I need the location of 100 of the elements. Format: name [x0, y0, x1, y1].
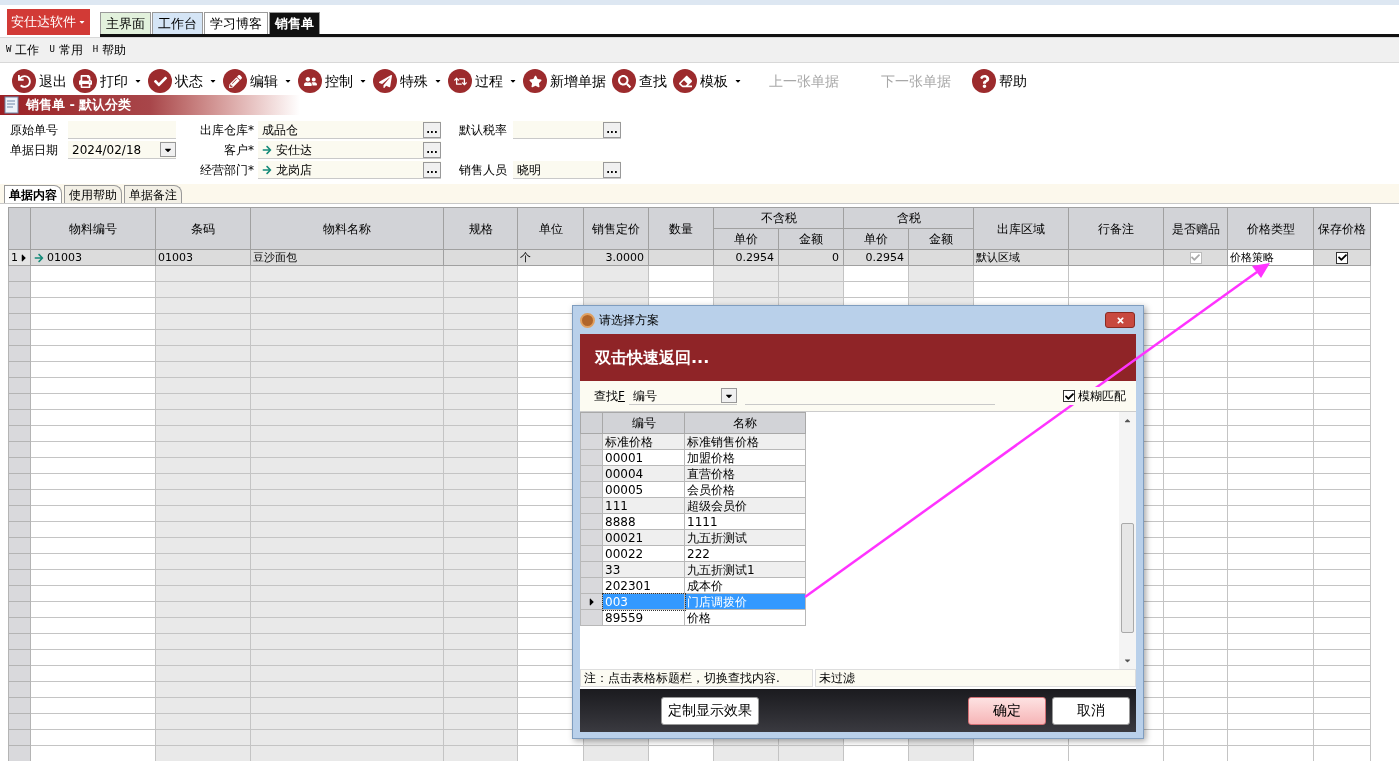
table-cell: 会员价格 — [684, 481, 806, 498]
dropdown-button[interactable] — [160, 142, 176, 157]
column-header[interactable]: 名称 — [684, 412, 806, 434]
toolbar-button[interactable]: 新增单据 — [523, 67, 606, 95]
dropdown-button[interactable] — [720, 388, 737, 403]
toolbar-button[interactable]: 帮助 — [972, 67, 1027, 95]
browse-button[interactable]: ... — [603, 121, 621, 138]
checkbox[interactable] — [1336, 251, 1348, 264]
toolbar-button[interactable]: 打印 — [73, 67, 142, 95]
column-header[interactable]: 编号 — [602, 412, 685, 434]
toolbar-button[interactable]: 编辑 — [223, 67, 292, 95]
document-title: 销售单 - 默认分类 — [26, 96, 132, 115]
field-label: 销售人员 — [459, 162, 508, 179]
tab[interactable]: 主界面 — [100, 12, 151, 34]
tab[interactable]: 学习博客 — [204, 12, 268, 34]
caret-icon — [209, 77, 217, 85]
field-label: 客户* — [223, 142, 255, 159]
table-cell: 九五折测试1 — [684, 561, 806, 578]
sheet-tab[interactable]: 单据内容 — [4, 185, 62, 203]
table-cell: 个 — [517, 249, 584, 266]
table-cell: 89559 — [602, 609, 685, 626]
column-header: 物料编号 — [30, 207, 156, 250]
app-menu-button[interactable]: 安仕达软件 — [7, 9, 90, 35]
column-header: 数量 — [648, 207, 714, 250]
column-header: 条码 — [155, 207, 251, 250]
input-field[interactable]: 晓明 ... — [513, 161, 621, 179]
dialog-button[interactable]: 取消 — [1052, 696, 1130, 725]
table-cell: 00005 — [602, 481, 685, 498]
dropdown-value: 编号 — [632, 387, 657, 405]
table-cell: 价格 — [684, 609, 806, 626]
caret-icon — [78, 18, 86, 26]
table-cell: 33 — [602, 561, 685, 578]
app-icon — [580, 312, 595, 328]
column-header: 规格 — [443, 207, 518, 250]
table-cell: 0.2954 — [843, 249, 909, 266]
input-field[interactable] — [68, 121, 176, 139]
field-value: 安仕达 — [276, 141, 312, 159]
toolbar-button[interactable]: 控制 — [298, 67, 367, 95]
sheet-tab[interactable]: 使用帮助 — [64, 185, 122, 203]
column-header: 含税 — [843, 207, 974, 229]
table-cell: 标准销售价格 — [684, 433, 806, 450]
sheet-tab[interactable]: 单据备注 — [124, 185, 182, 203]
browse-button[interactable]: ... — [423, 161, 441, 178]
field-label: 出库仓库* — [199, 122, 255, 139]
dialog-title: 请选择方案 — [599, 312, 659, 329]
field-value: 晓明 — [517, 161, 541, 179]
table-cell: 门店调拨价 — [684, 593, 806, 610]
table-cell: 直营价格 — [684, 465, 806, 482]
close-button[interactable] — [1105, 312, 1135, 328]
toolbar-button[interactable]: 状态 — [148, 67, 217, 95]
table-cell: 默认区域 — [973, 249, 1069, 266]
dialog-button[interactable]: 确定 — [968, 696, 1046, 725]
toolbar-button[interactable]: 退出 — [12, 67, 67, 95]
input-field[interactable]: 龙岗店 ... — [258, 161, 441, 179]
check-icon — [1337, 253, 1347, 262]
menu-item[interactable]: H 帮助 — [92, 41, 127, 59]
caret-icon — [509, 77, 517, 85]
date-field[interactable]: 2024/02/18 — [68, 141, 176, 159]
toolbar-button[interactable]: 模板 — [673, 67, 742, 95]
column-header: 出库区域 — [973, 207, 1069, 250]
caret-icon — [134, 77, 142, 85]
table-cell: 3.0000 — [583, 249, 649, 266]
scrollbar[interactable] — [1119, 412, 1136, 669]
menu-item[interactable]: W 工作 — [6, 41, 40, 59]
table-cell: 0 — [778, 249, 844, 266]
browse-button[interactable]: ... — [423, 121, 441, 138]
tab[interactable]: 销售单 — [269, 12, 320, 34]
field-label: 单据日期 — [10, 142, 59, 159]
table-cell: 00004 — [602, 465, 685, 482]
browse-button[interactable]: ... — [423, 141, 441, 158]
column-header: 价格类型 — [1227, 207, 1314, 250]
filter-status: 未过滤 — [815, 669, 1136, 687]
search-by-dropdown[interactable]: 编号 — [628, 387, 737, 405]
dialog-button[interactable]: 定制显示效果 — [661, 696, 759, 725]
column-header: 保存价格 — [1313, 207, 1371, 250]
toolbar-button[interactable]: 查找 — [612, 67, 667, 95]
browse-button[interactable]: ... — [603, 161, 621, 178]
table-cell: 00022 — [602, 545, 685, 562]
menu-item[interactable]: U 常用 — [49, 41, 83, 59]
checkbox[interactable] — [1063, 390, 1075, 402]
toolbar-button[interactable]: 过程 — [448, 67, 517, 95]
input-field[interactable]: 成品仓 ... — [258, 121, 441, 139]
scroll-up-icon — [1123, 416, 1132, 425]
input-field[interactable]: 安仕达 ... — [258, 141, 441, 159]
caret-icon — [284, 77, 292, 85]
column-header: 不含税 — [713, 207, 844, 229]
search-label: 查找F — [594, 388, 625, 405]
tab[interactable]: 工作台 — [152, 12, 203, 34]
column-header: 物料名称 — [250, 207, 444, 250]
caret-icon — [359, 77, 367, 85]
table-cell: 222 — [684, 545, 806, 562]
toolbar-button[interactable]: 特殊 — [373, 67, 442, 95]
input-field[interactable]: ... — [513, 121, 621, 139]
column-header: 销售定价 — [583, 207, 649, 250]
table-cell: 超级会员价 — [684, 497, 806, 514]
caret-icon — [434, 77, 442, 85]
table-cell: 加盟价格 — [684, 449, 806, 466]
table-cell: 九五折测试 — [684, 529, 806, 546]
table-cell: 202301 — [602, 577, 685, 594]
column-header: 单位 — [517, 207, 584, 250]
